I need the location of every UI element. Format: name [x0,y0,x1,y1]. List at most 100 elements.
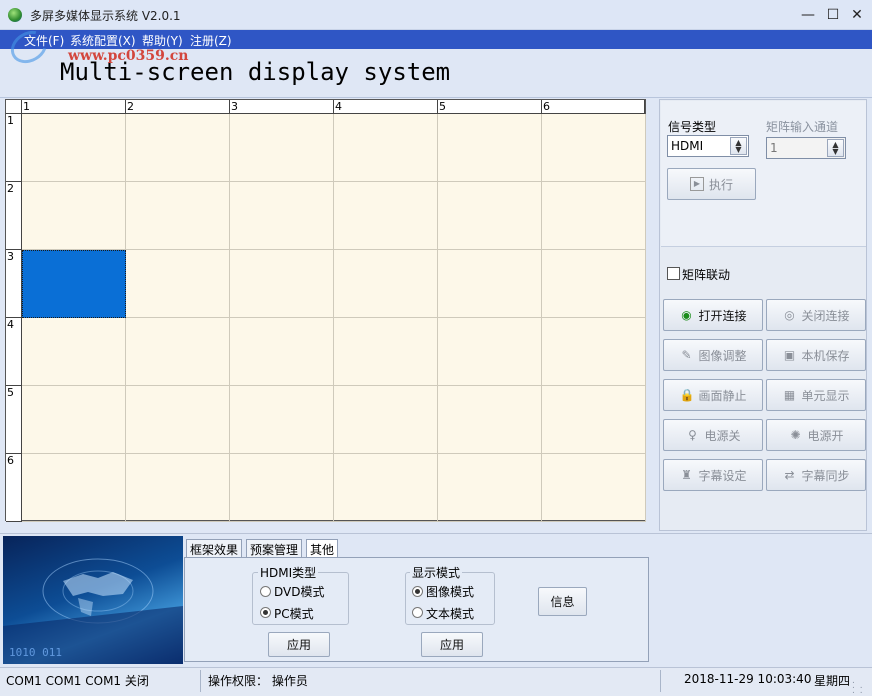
screen-cell[interactable] [542,182,646,250]
row-header[interactable]: 5 [6,386,22,454]
grid-corner [6,100,22,114]
control-button-label: 画面静止 [698,388,747,403]
screen-cell[interactable] [334,114,438,182]
screen-cell[interactable] [230,318,334,386]
column-header[interactable]: 1 [22,100,126,114]
matrix-link-checkbox[interactable] [667,267,680,280]
world-map-graphic: 1010 011 [3,558,183,664]
screen-cell[interactable] [126,386,230,454]
screen-cell[interactable] [230,114,334,182]
window-title: 多屏多媒体显示系统 V2.0.1 [30,9,181,23]
display-mode-title: 显示模式 [410,564,463,581]
connect-icon: ◉ [681,308,692,322]
dvd-mode-radio[interactable] [260,586,271,597]
screen-cell[interactable] [230,182,334,250]
menu-register[interactable]: 注册(Z) [190,32,232,49]
screen-grid: 123456123456 [5,99,646,522]
dvd-mode-label: DVD模式 [274,585,325,599]
menu-system-config[interactable]: 系统配置(X) [70,32,136,49]
close-button[interactable]: ✕ [845,4,869,26]
signal-type-select[interactable]: HDMI ▲ ▼ [667,135,749,157]
screen-cell[interactable] [334,182,438,250]
control-button-label: 本机保存 [801,348,850,363]
screen-cell[interactable] [334,454,438,522]
text-mode-radio[interactable] [412,607,423,618]
control-button-bulb-off[interactable]: ♀ 电源关 [663,419,763,451]
column-header[interactable]: 3 [230,100,334,114]
control-button-subtitle[interactable]: ♜ 字幕设定 [663,459,763,491]
row-header[interactable]: 6 [6,454,22,522]
screen-cell[interactable] [126,114,230,182]
screen-cell[interactable] [438,454,542,522]
screen-cell[interactable] [542,114,646,182]
column-header[interactable]: 5 [438,100,542,114]
control-button-bulb-on[interactable]: ✺ 电源开 [766,419,866,451]
screen-cell[interactable] [22,114,126,182]
signal-type-value: HDMI [671,139,704,153]
column-header[interactable]: 2 [126,100,230,114]
control-button-save[interactable]: ▣ 本机保存 [766,339,866,371]
screen-cell[interactable] [542,386,646,454]
image-mode-radio[interactable] [412,586,423,597]
minimize-button[interactable]: — [796,4,820,26]
sync-icon: ⇄ [784,468,795,482]
row-header[interactable]: 1 [6,114,22,182]
screen-cell[interactable] [542,454,646,522]
control-button-image-adjust[interactable]: ✎ 图像调整 [663,339,763,371]
column-header[interactable]: 6 [542,100,645,114]
screen-cell[interactable] [22,318,126,386]
signal-type-label: 信号类型 [668,120,717,134]
screen-cell[interactable] [230,454,334,522]
pc-mode-radio[interactable] [260,607,271,618]
row-header[interactable]: 3 [6,250,22,318]
screen-cell[interactable] [126,454,230,522]
control-button-disconnect[interactable]: ◎ 关闭连接 [766,299,866,331]
app-icon [8,8,22,22]
tab-other[interactable]: 其他 [306,539,339,557]
control-button-label: 字幕设定 [698,468,747,483]
column-header[interactable]: 4 [334,100,438,114]
control-button-label: 电源关 [704,428,741,443]
info-button[interactable]: 信息 [538,587,587,616]
row-header[interactable]: 2 [6,182,22,250]
screen-cell[interactable] [334,386,438,454]
screen-cell[interactable] [334,250,438,318]
image-mode-label: 图像模式 [426,585,475,599]
maximize-button[interactable]: ☐ [821,4,845,26]
screen-cell[interactable] [542,250,646,318]
screen-cell[interactable] [22,386,126,454]
status-divider [200,670,201,692]
execute-button[interactable]: ▶ 执行 [667,168,756,200]
control-button-label: 图像调整 [698,348,747,363]
status-ports: COM1 COM1 COM1 关闭 [6,674,149,688]
screen-cell[interactable] [230,250,334,318]
screen-cell[interactable] [438,182,542,250]
matrix-channel-select[interactable]: 1 ▲ ▼ [766,137,846,159]
hdmi-apply-button[interactable]: 应用 [268,632,330,657]
screen-cell[interactable] [438,114,542,182]
screen-cell[interactable] [542,318,646,386]
tab-plan-management[interactable]: 预案管理 [246,539,303,557]
control-button-sync[interactable]: ⇄ 字幕同步 [766,459,866,491]
control-button-lock[interactable]: 🔒 画面静止 [663,379,763,411]
screen-cell[interactable] [126,250,230,318]
control-button-grid[interactable]: ▦ 单元显示 [766,379,866,411]
screen-cell[interactable] [22,182,126,250]
menu-help[interactable]: 帮助(Y) [142,32,183,49]
row-header[interactable]: 4 [6,318,22,386]
tab-frame-effect[interactable]: 框架效果 [186,539,243,557]
save-icon: ▣ [783,348,796,362]
status-permission: 操作权限： 操作员 [208,674,308,688]
screen-cell[interactable] [22,454,126,522]
screen-cell[interactable] [22,250,126,318]
resize-grip-icon[interactable]: .. .. . . [852,677,866,696]
screen-cell[interactable] [126,182,230,250]
screen-cell[interactable] [126,318,230,386]
screen-cell[interactable] [438,318,542,386]
screen-cell[interactable] [334,318,438,386]
screen-cell[interactable] [438,386,542,454]
screen-cell[interactable] [230,386,334,454]
screen-cell[interactable] [438,250,542,318]
display-apply-button[interactable]: 应用 [421,632,483,657]
control-button-connect[interactable]: ◉ 打开连接 [663,299,763,331]
